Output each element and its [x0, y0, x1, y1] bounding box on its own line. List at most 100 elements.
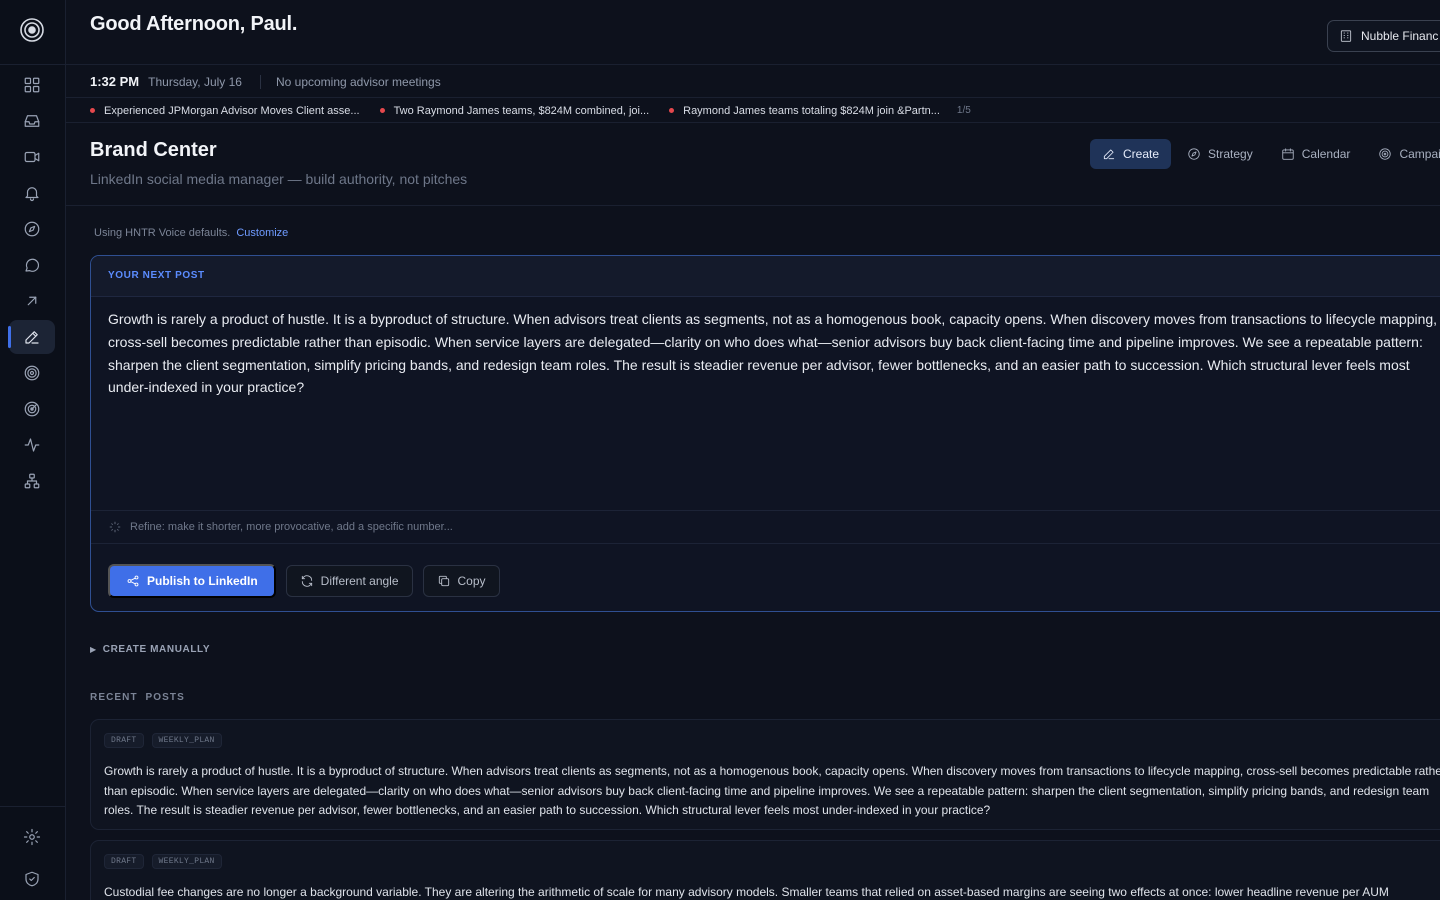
create-manually-label: CREATE MANUALLY: [102, 644, 211, 655]
next-post-card: YOUR NEXT POST Growth is rarely a produc…: [90, 255, 1440, 612]
copy-button[interactable]: Copy: [422, 565, 500, 597]
sparkles-icon: [109, 521, 121, 533]
news-item[interactable]: Two Raymond James teams, $824M combined,…: [379, 104, 650, 117]
sidebar-item-settings[interactable]: [9, 820, 55, 854]
gear-icon: [23, 828, 41, 846]
share-icon: [127, 575, 139, 587]
news-item[interactable]: Raymond James teams totaling $824M join …: [669, 105, 940, 117]
news-headline: Two Raymond James teams, $824M combined,…: [393, 104, 650, 117]
status-badge: DRAFT: [104, 733, 144, 748]
tab-campaigns[interactable]: Campaig: [1366, 139, 1440, 169]
sidebar-item-team[interactable]: [9, 464, 55, 498]
sidebar-item-dashboard[interactable]: [9, 68, 55, 102]
page-subtitle: LinkedIn social media manager — build au…: [90, 171, 468, 187]
greeting-title: Good Afternoon, Paul.: [90, 13, 298, 35]
customize-voice-link[interactable]: Customize: [236, 227, 288, 239]
post-tags: DRAFT WEEKLY_PLAN: [104, 733, 222, 748]
tab-label: Calendar: [1301, 147, 1351, 161]
create-manually-toggle[interactable]: ▶ CREATE MANUALLY: [90, 644, 210, 655]
edit-icon: [25, 331, 39, 344]
top-header: Good Afternoon, Paul. Nubble Financ: [66, 0, 1440, 65]
sidebar-divider-bottom: [0, 806, 66, 807]
sidebar: [0, 0, 66, 900]
page-title: Brand Center: [90, 139, 217, 161]
sidebar-item-meetings[interactable]: [9, 140, 55, 174]
recent-post-text: Custodial fee changes are no longer a ba…: [104, 885, 1389, 899]
chat-icon: [25, 258, 40, 272]
sidebar-item-security[interactable]: [9, 862, 55, 896]
tab-label: Campaig: [1399, 147, 1440, 161]
shield-icon: [25, 871, 39, 887]
caret-right-icon: ▶: [90, 645, 97, 654]
radar-icon: [24, 401, 40, 417]
status-divider: [259, 74, 261, 89]
brand-center-tabs: Create Strategy Calendar Campaig: [1090, 139, 1440, 169]
tab-strategy[interactable]: Strategy: [1175, 139, 1265, 169]
source-badge: WEEKLY_PLAN: [151, 733, 222, 748]
dashboard-icon: [24, 77, 40, 93]
post-actions: Publish to LinkedIn Different angle Copy: [108, 564, 500, 598]
sidebar-item-brand-center[interactable]: [8, 320, 55, 354]
recent-post-card[interactable]: DRAFT WEEKLY_PLAN Custodial fee changes …: [90, 840, 1440, 900]
post-tags: DRAFT WEEKLY_PLAN: [104, 854, 222, 869]
meetings-status: No upcoming advisor meetings: [275, 74, 441, 89]
section-divider: [66, 205, 1440, 206]
recent-posts-heading: RECENT POSTS: [90, 692, 185, 703]
arrow-up-right-icon: [27, 296, 37, 306]
recent-post-text: Growth is rarely a product of hustle. It…: [104, 764, 1440, 818]
news-dot-icon: [90, 108, 95, 113]
voice-text: Using HNTR Voice defaults.: [94, 227, 231, 239]
news-dot-icon: [669, 108, 675, 113]
organization-name: Nubble Financ: [1361, 29, 1439, 43]
news-dot-icon: [379, 108, 385, 113]
current-time: 1:32 PM: [90, 74, 140, 89]
sidebar-item-inbox[interactable]: [9, 104, 55, 138]
tab-label: Strategy: [1208, 147, 1253, 161]
next-post-label: YOUR NEXT POST: [108, 270, 205, 281]
sidebar-item-outreach[interactable]: [9, 284, 55, 318]
activity-icon: [24, 438, 40, 452]
target-icon: [24, 365, 40, 381]
app-logo-icon[interactable]: [19, 17, 45, 43]
voice-defaults-note: Using HNTR Voice defaults. Customize: [94, 227, 288, 239]
different-angle-button[interactable]: Different angle: [285, 565, 413, 597]
sidebar-item-targets[interactable]: [9, 356, 55, 390]
different-angle-label: Different angle: [320, 574, 399, 588]
video-icon: [24, 151, 40, 163]
refresh-icon: [301, 575, 312, 587]
sidebar-item-discover[interactable]: [9, 212, 55, 246]
copy-label: Copy: [457, 574, 486, 588]
sidebar-item-messages[interactable]: [9, 248, 55, 282]
calendar-icon: [1282, 148, 1294, 160]
compass-icon: [24, 221, 40, 237]
recent-post-card[interactable]: DRAFT WEEKLY_PLAN Growth is rarely a pro…: [90, 719, 1440, 830]
target-icon: [1379, 148, 1392, 160]
news-counter: 1/5: [956, 105, 971, 116]
news-ticker: Experienced JPMorgan Advisor Moves Clien…: [66, 99, 1440, 123]
source-badge: WEEKLY_PLAN: [151, 854, 222, 869]
publish-to-linkedin-button[interactable]: Publish to LinkedIn: [108, 564, 276, 598]
refine-input[interactable]: [130, 521, 1030, 533]
org-chart-icon: [24, 473, 40, 489]
news-headline: Experienced JPMorgan Advisor Moves Clien…: [104, 104, 360, 117]
news-item[interactable]: Experienced JPMorgan Advisor Moves Clien…: [90, 105, 360, 117]
status-bar: 1:32 PM Thursday, July 16 No upcoming ad…: [66, 66, 1440, 98]
sidebar-item-prospecting[interactable]: [9, 392, 55, 426]
sidebar-item-activity[interactable]: [9, 428, 55, 462]
next-post-header: YOUR NEXT POST: [91, 256, 1440, 297]
current-date: Thursday, July 16: [148, 74, 242, 89]
sidebar-item-alerts[interactable]: [9, 176, 55, 210]
edit-icon: [1103, 149, 1115, 160]
building-icon: [1340, 30, 1352, 42]
publish-label: Publish to LinkedIn: [147, 574, 258, 588]
tab-calendar[interactable]: Calendar: [1269, 139, 1363, 169]
news-headline: Raymond James teams totaling $824M join …: [683, 104, 940, 117]
sidebar-divider: [0, 64, 66, 65]
organization-switcher-button[interactable]: Nubble Financ: [1327, 20, 1440, 52]
compass-icon: [1188, 148, 1200, 160]
refine-bar: [91, 510, 1440, 544]
bell-icon: [25, 187, 39, 202]
tab-create[interactable]: Create: [1090, 139, 1172, 169]
copy-icon: [438, 575, 449, 587]
next-post-text[interactable]: Growth is rarely a product of hustle. It…: [108, 308, 1440, 399]
